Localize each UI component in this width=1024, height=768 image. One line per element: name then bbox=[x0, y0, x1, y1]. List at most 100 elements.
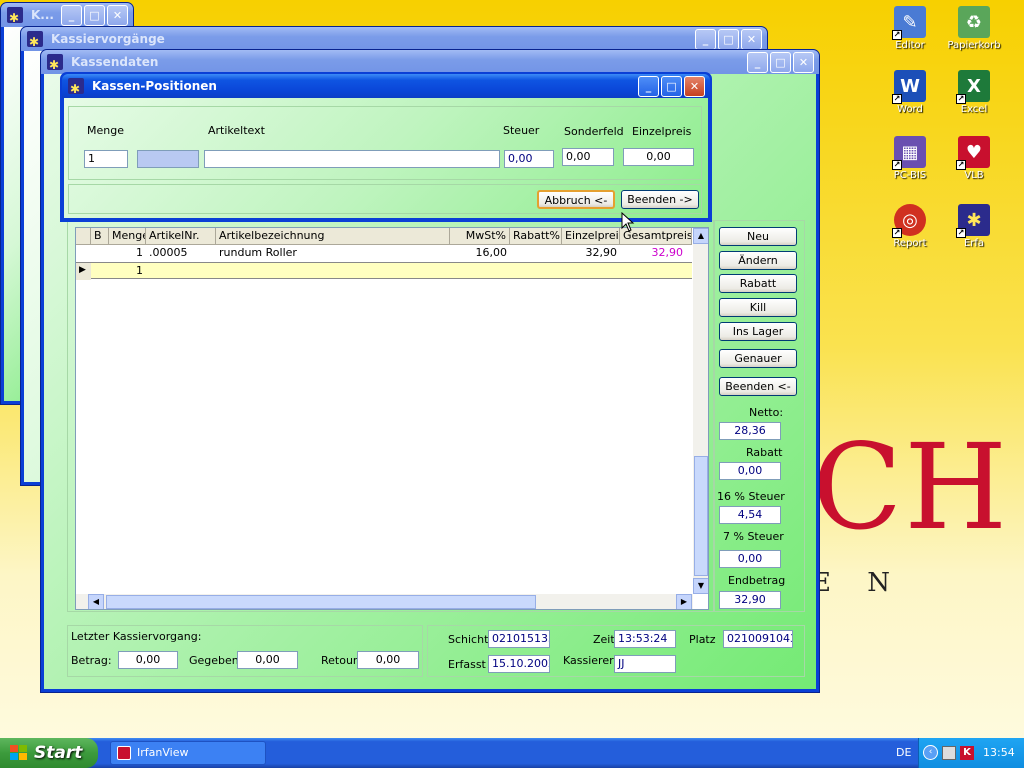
artikelnr-field[interactable] bbox=[137, 150, 199, 168]
app-icon bbox=[68, 77, 84, 101]
erfasst-label: Erfasst bbox=[448, 658, 486, 671]
letzter-label: Letzter Kassiervorgang: bbox=[71, 630, 202, 643]
close-button[interactable]: ✕ bbox=[107, 5, 128, 26]
col-menge[interactable]: Menge bbox=[109, 228, 146, 245]
minimize-button[interactable]: _ bbox=[638, 76, 659, 97]
sonderfeld-label: Sonderfeld bbox=[564, 125, 624, 138]
col-artikelnr[interactable]: ArtikelNr. bbox=[146, 228, 216, 245]
menge-label: Menge bbox=[87, 124, 124, 137]
scroll-right-icon[interactable]: ▶ bbox=[676, 594, 692, 609]
kassierer-label: Kassierer bbox=[563, 654, 614, 667]
einzelpreis-field[interactable]: 0,00 bbox=[623, 148, 694, 166]
vertical-scroll-thumb[interactable] bbox=[694, 456, 708, 576]
retour-label: Retour: bbox=[321, 654, 361, 667]
start-button[interactable]: Start bbox=[0, 738, 98, 768]
schicht-label: Schicht bbox=[448, 633, 489, 646]
taskbar-button-irfanview[interactable]: IrfanView bbox=[110, 741, 266, 765]
close-button[interactable]: ✕ bbox=[793, 52, 814, 73]
desktop-icon-report[interactable]: ◎ ↗ Report bbox=[875, 204, 945, 249]
desktop-icon-editor[interactable]: ✎ ↗ Editor bbox=[875, 6, 945, 51]
rabatt-button[interactable]: Rabatt bbox=[719, 274, 797, 293]
col-einzelpreis[interactable]: Einzelpreis bbox=[562, 228, 620, 245]
neu-button[interactable]: Neu bbox=[719, 227, 797, 246]
gegeben-field[interactable]: 0,00 bbox=[237, 651, 298, 669]
row-indicator-icon: ▶ bbox=[76, 263, 91, 280]
col-rabatt[interactable]: Rabatt% bbox=[510, 228, 562, 245]
rabatt-label: Rabatt bbox=[746, 446, 783, 459]
app-icon bbox=[27, 30, 43, 54]
steuer7-field[interactable]: 0,00 bbox=[719, 550, 781, 568]
menge-field[interactable]: 1 bbox=[84, 150, 128, 168]
kill-button[interactable]: Kill bbox=[719, 298, 797, 317]
genauer-button[interactable]: Genauer bbox=[719, 349, 797, 368]
windows-logo-icon bbox=[10, 745, 27, 760]
abbruch-button[interactable]: Abbruch <- bbox=[537, 190, 615, 209]
maximize-button[interactable]: □ bbox=[718, 29, 739, 50]
col-artikelbezeichnung[interactable]: Artikelbezeichnung bbox=[216, 228, 450, 245]
dialog-kassen-positionen[interactable]: Kassen-Positionen _□✕ Menge Artikeltext … bbox=[60, 72, 712, 222]
platz-label: Platz bbox=[689, 633, 716, 646]
app-tray-icon[interactable]: K bbox=[960, 746, 974, 760]
col-mwst[interactable]: MwSt% bbox=[450, 228, 510, 245]
beenden-button[interactable]: Beenden -> bbox=[621, 190, 699, 209]
zeit-field[interactable]: 13:53:24 bbox=[614, 630, 676, 648]
schicht-field[interactable]: 021015135: bbox=[488, 630, 550, 648]
desktop-icon-word[interactable]: W ↗ Word bbox=[875, 70, 945, 115]
artikeltext-field[interactable] bbox=[204, 150, 500, 168]
platz-field[interactable]: 0210091043: bbox=[723, 630, 793, 648]
pcbis-icon: ▦ ↗ bbox=[892, 136, 926, 170]
taskbar: Start IrfanView DE ‹ K 13:54 bbox=[0, 738, 1024, 768]
vertical-scrollbar[interactable]: ▲ ▼ bbox=[693, 228, 708, 594]
network-icon[interactable] bbox=[942, 746, 956, 760]
scroll-left-icon[interactable]: ◀ bbox=[88, 594, 104, 609]
steuer7-label: 7 % Steuer bbox=[723, 530, 784, 543]
aendern-button[interactable]: Ändern bbox=[719, 251, 797, 270]
ins-lager-button[interactable]: Ins Lager bbox=[719, 322, 797, 341]
steuer16-label: 16 % Steuer bbox=[717, 490, 785, 503]
scroll-down-icon[interactable]: ▼ bbox=[693, 578, 708, 594]
betrag-field[interactable]: 0,00 bbox=[118, 651, 178, 669]
close-button[interactable]: ✕ bbox=[684, 76, 705, 97]
chevron-left-icon[interactable]: ‹ bbox=[923, 745, 938, 760]
retour-field[interactable]: 0,00 bbox=[357, 651, 419, 669]
sonderfeld-field[interactable]: 0,00 bbox=[562, 148, 614, 166]
endbetrag-field[interactable]: 32,90 bbox=[719, 591, 781, 609]
irfanview-icon bbox=[117, 746, 131, 760]
desktop-icon-erfa[interactable]: ✱ ↗ Erfa bbox=[939, 204, 1009, 249]
wallpaper-subtext: E N bbox=[812, 568, 904, 598]
dialog-title: Kassen-Positionen bbox=[92, 79, 217, 93]
maximize-button[interactable]: □ bbox=[84, 5, 105, 26]
zeit-label: Zeit bbox=[593, 633, 615, 646]
desktop-icon-excel[interactable]: X ↗ Excel bbox=[939, 70, 1009, 115]
desktop-icon-vlb[interactable]: ♥ ↗ VLB bbox=[939, 136, 1009, 181]
erfa-icon: ✱ ↗ bbox=[956, 204, 990, 238]
maximize-button[interactable]: □ bbox=[770, 52, 791, 73]
dialog-input-panel bbox=[68, 106, 702, 180]
erfasst-field[interactable]: 15.10.2002 bbox=[488, 655, 550, 673]
table-row[interactable]: 1 .00005 rundum Roller 16,00 32,90 32,90 bbox=[76, 245, 692, 262]
beenden-back-button[interactable]: Beenden <- bbox=[719, 377, 797, 396]
horizontal-scrollbar[interactable]: ◀ ▶ bbox=[76, 594, 693, 609]
horizontal-scroll-thumb[interactable] bbox=[106, 595, 536, 609]
desktop-icon-papierkorb[interactable]: ♻ Papierkorb bbox=[939, 6, 1009, 51]
wallpaper-text: CH bbox=[812, 418, 1010, 556]
steuer-field[interactable]: 0,00 bbox=[504, 150, 554, 168]
positions-grid[interactable]: B Menge ArtikelNr. Artikelbezeichnung Mw… bbox=[75, 227, 709, 610]
minimize-button[interactable]: _ bbox=[747, 52, 768, 73]
col-b[interactable]: B bbox=[91, 228, 109, 245]
minimize-button[interactable]: _ bbox=[695, 29, 716, 50]
close-button[interactable]: ✕ bbox=[741, 29, 762, 50]
desktop-icon-pcbis[interactable]: ▦ ↗ PC-BIS bbox=[875, 136, 945, 181]
recycle-bin-icon: ♻ bbox=[958, 6, 990, 38]
netto-field[interactable]: 28,36 bbox=[719, 422, 781, 440]
steuer16-field[interactable]: 4,54 bbox=[719, 506, 781, 524]
maximize-button[interactable]: □ bbox=[661, 76, 682, 97]
rabatt-field[interactable]: 0,00 bbox=[719, 462, 781, 480]
language-indicator[interactable]: DE bbox=[896, 738, 911, 768]
table-row-new[interactable]: ▶ 1 bbox=[76, 262, 692, 280]
einzelpreis-label: Einzelpreis bbox=[632, 125, 692, 138]
editor-icon: ✎ ↗ bbox=[892, 6, 926, 40]
scroll-up-icon[interactable]: ▲ bbox=[693, 228, 708, 244]
kassierer-field[interactable]: JJ bbox=[614, 655, 676, 673]
minimize-button[interactable]: _ bbox=[61, 5, 82, 26]
